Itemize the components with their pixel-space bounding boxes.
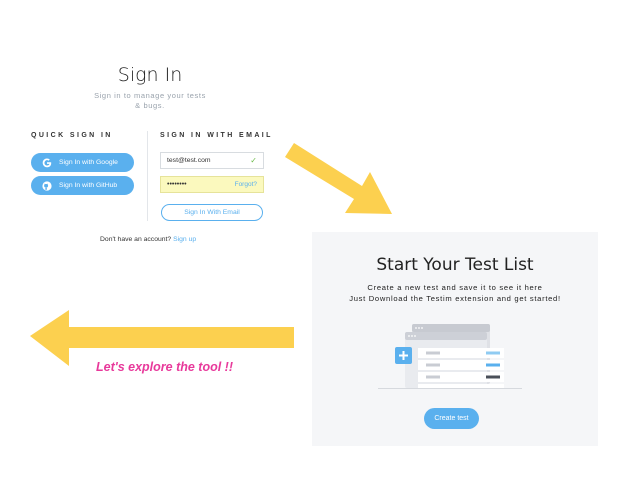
test-list-line-2: Just Download the Testim extension and g… [349, 294, 561, 303]
create-test-button[interactable]: Create test [424, 408, 479, 429]
test-list-title: Start Your Test List [376, 255, 534, 275]
annotation-text: Let's explore the tool !! [96, 360, 234, 374]
empty-list-illustration [378, 324, 522, 389]
test-list-line-1: Create a new test and save it to see it … [367, 283, 543, 292]
